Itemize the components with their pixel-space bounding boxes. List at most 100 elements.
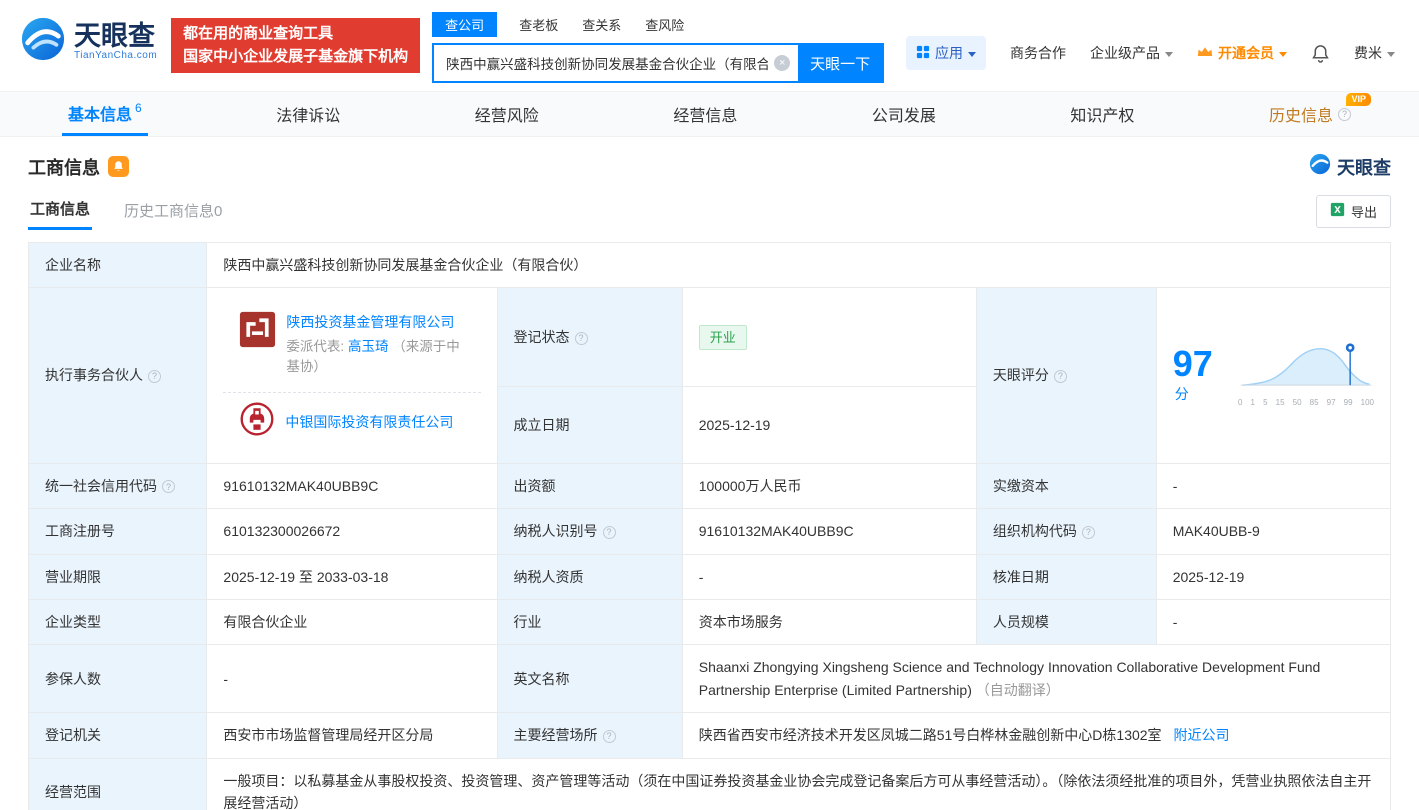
company-name-value: 陕西中赢兴盛科技创新协同发展基金合伙企业（有限合伙） (206, 241, 1391, 289)
table-row: 经营范围 一般项目：以私募基金从事股权投资、投资管理、资产管理等活动（须在中国证… (27, 757, 1391, 810)
nav-enterprise-label: 企业级产品 (1090, 45, 1160, 61)
help-icon[interactable]: ? (1081, 525, 1095, 539)
tab-legal[interactable]: 法律诉讼 (270, 92, 346, 136)
section-title: 工商信息 (28, 157, 100, 178)
promo-banner-line1: 都在用的商业查询工具 (183, 25, 334, 42)
top-header: 天眼查 TianYanCha.com 都在用的商业查询工具 国家中小企业发展子基… (0, 0, 1419, 91)
paid-capital-label: 实缴资本 (975, 462, 1157, 510)
capital-label: 出资额 (496, 462, 683, 510)
nav-apps[interactable]: 应用 (906, 36, 986, 70)
tab-intellectual-property[interactable]: 知识产权 (1064, 92, 1140, 136)
credit-code-label: 统一社会信用代码? (27, 462, 208, 510)
vip-badge: VIP (1346, 93, 1371, 106)
score-chart[interactable]: 0 1 5 15 50 85 97 99 100 (1238, 341, 1374, 409)
logo-subtitle: TianYanCha.com (74, 50, 158, 62)
taxpayer-id-label: 纳税人识别号? (496, 508, 683, 555)
tab-operating-risk[interactable]: 经营风险 (469, 92, 545, 136)
industry-value: 资本市场服务 (681, 598, 977, 646)
export-button[interactable]: 导出 (1315, 194, 1391, 228)
business-scope-value: 一般项目：以私募基金从事股权投资、投资管理、资产管理等活动（须在中国证券投资基金… (206, 757, 1391, 810)
help-icon[interactable]: ? (1337, 107, 1351, 121)
help-icon[interactable]: ? (162, 480, 175, 494)
nav-enterprise[interactable]: 企业级产品 (1090, 43, 1173, 63)
address-label: 主要经营场所? (496, 712, 683, 759)
promo-banner: 都在用的商业查询工具 国家中小企业发展子基金旗下机构 (171, 18, 421, 73)
help-icon[interactable]: ? (148, 370, 161, 384)
search-tab-risk[interactable]: 查风险 (643, 12, 686, 37)
score-unit: 分 (1174, 385, 1189, 402)
reg-status-value: 开业 (681, 287, 977, 388)
tab-history-info-label: 历史信息 (1268, 108, 1333, 125)
brand-watermark: 天眼查 (1309, 153, 1391, 180)
nearby-companies-link[interactable]: 附近公司 (1173, 727, 1229, 743)
term-label: 营业期限 (27, 553, 208, 600)
search-tabs: 查公司 查老板 查关系 查风险 (432, 12, 884, 37)
nav-user[interactable]: 费米 (1354, 43, 1395, 63)
help-icon[interactable]: ? (574, 331, 588, 345)
taxpayer-quality-value: - (681, 553, 977, 600)
score-label: 天眼评分? (975, 287, 1157, 464)
table-row: 企业类型 有限合伙企业 行业 资本市场服务 人员规模 - (27, 598, 1392, 646)
capital-value: 100000万人民币 (681, 462, 977, 510)
main-tabbar: 基本信息 6 法律诉讼 经营风险 经营信息 公司发展 知识产权 历史信息 ? V… (0, 91, 1419, 137)
tab-operating-info[interactable]: 经营信息 (667, 92, 743, 136)
notification-bell-icon[interactable] (1311, 44, 1330, 63)
partner-2-name-link[interactable]: 中银国际投资有限责任公司 (285, 411, 453, 433)
tianyancha-logo[interactable]: 天眼查 TianYanCha.com (20, 16, 157, 67)
company-name-label: 企业名称 (27, 241, 208, 289)
rep-label: 委派代表: (286, 338, 345, 354)
help-icon[interactable]: ? (602, 525, 616, 539)
search-tab-boss[interactable]: 查老板 (517, 12, 560, 37)
logo-title: 天眼查 (74, 20, 155, 51)
english-name-label: 英文名称 (496, 644, 683, 714)
score-axis: 0 1 5 15 50 85 97 99 100 (1238, 397, 1374, 407)
staff-size-value: - (1155, 598, 1392, 646)
subscribe-bell-icon[interactable] (108, 156, 129, 177)
partner-1-logo (239, 311, 276, 380)
section-header: 工商信息 天眼查 (28, 153, 1391, 180)
rep-name-link[interactable]: 高玉琦 (348, 339, 389, 354)
nav-open-vip-label: 开通会员 (1218, 45, 1274, 61)
crown-icon (1197, 45, 1213, 61)
reg-number-value: 610132300026672 (206, 508, 498, 555)
search-tab-relation[interactable]: 查关系 (580, 12, 623, 37)
taxpayer-quality-label: 纳税人资质 (496, 553, 683, 600)
approval-date-value: 2025-12-19 (1155, 553, 1392, 600)
table-row: 执行事务合伙人? 陕西投资基金管理有限公司 委派代表: 高玉琦 （来源于中基协）… (27, 287, 1392, 464)
top-nav: 应用 商务合作 企业级产品 开通会员 费米 (906, 36, 1395, 70)
table-row: 企业名称 陕西中赢兴盛科技创新协同发展基金合伙企业（有限合伙） (27, 241, 1391, 289)
term-value: 2025-12-19 至 2033-03-18 (206, 553, 498, 600)
company-type-value: 有限合伙企业 (206, 598, 498, 646)
tab-company-development[interactable]: 公司发展 (866, 92, 942, 136)
partner-2-logo (239, 401, 275, 443)
table-row: 登记机关 西安市市场监督管理局经开区分局 主要经营场所? 陕西省西安市经济技术开… (27, 712, 1392, 759)
partner-label: 执行事务合伙人? (27, 287, 208, 464)
tab-basic-info-count: 6 (135, 100, 142, 115)
nav-open-vip[interactable]: 开通会员 (1197, 43, 1287, 63)
partner-1-name-link[interactable]: 陕西投资基金管理有限公司 (286, 314, 454, 330)
search-input[interactable] (434, 45, 799, 81)
authority-label: 登记机关 (27, 712, 208, 759)
score-value: 97 (1172, 343, 1213, 385)
english-name-value: Shaanxi Zhongying Xingsheng Science and … (681, 644, 1392, 714)
credit-code-value: 91610132MAK40UBB9C (206, 462, 498, 510)
excel-icon (1330, 202, 1345, 220)
help-icon[interactable]: ? (602, 729, 616, 743)
address-value: 陕西省西安市经济技术开发区凤城二路51号白桦林金融创新中心D栋1302室 附近公… (681, 712, 1392, 759)
search-button[interactable]: 天眼一下 (798, 45, 883, 81)
partner-2: 中银国际投资有限责任公司 (223, 393, 480, 451)
reg-status-label: 登记状态? (496, 287, 683, 388)
search-tab-company[interactable]: 查公司 (432, 12, 498, 37)
tab-history-info[interactable]: 历史信息 ? VIP (1263, 92, 1371, 136)
search-box: × 天眼一下 (432, 43, 885, 83)
brand-logo-icon (1309, 153, 1331, 180)
help-icon[interactable]: ? (1053, 370, 1067, 384)
nav-cooperation[interactable]: 商务合作 (1010, 43, 1066, 63)
subtab-history-business-info[interactable]: 历史工商信息0 (122, 194, 224, 229)
tab-basic-info[interactable]: 基本信息 6 (62, 92, 148, 136)
partner-1: 陕西投资基金管理有限公司 委派代表: 高玉琦 （来源于中基协） (223, 299, 481, 394)
tab-basic-info-label: 基本信息 (68, 106, 133, 124)
subtab-business-info[interactable]: 工商信息 (28, 192, 93, 230)
table-row: 营业期限 2025-12-19 至 2033-03-18 纳税人资质 - 核准日… (27, 553, 1392, 600)
score-cell: 97分 0 1 5 15 50 85 97 99 100 (1155, 287, 1392, 464)
